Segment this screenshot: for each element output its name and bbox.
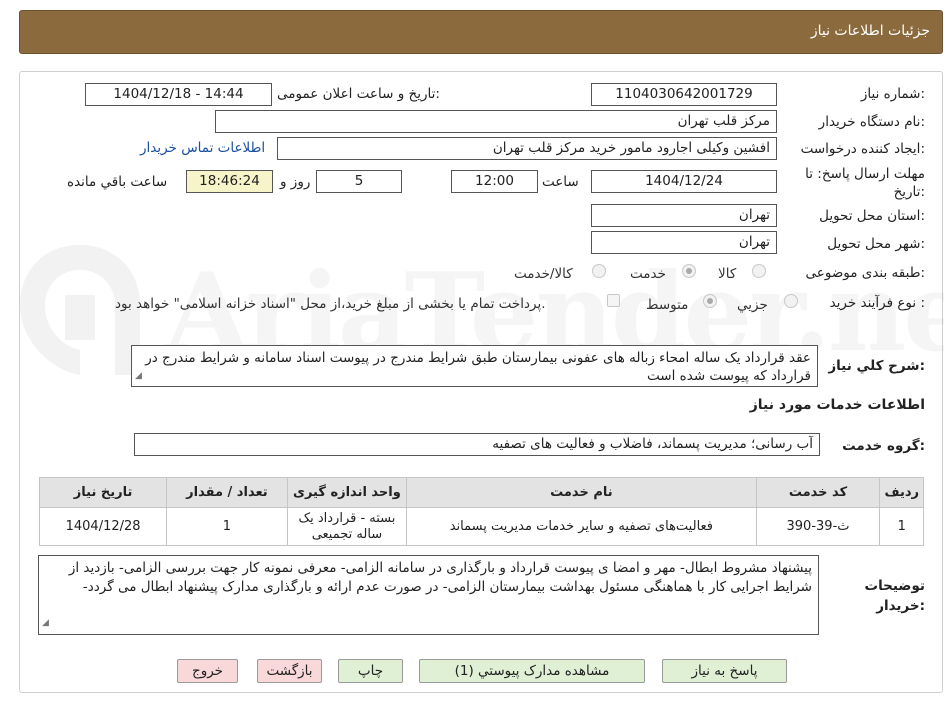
col-unit-header: واحد اندازه گیری [286, 477, 408, 508]
cell-name: فعالیت‌های تصفیه و سایر خدمات مدیریت پسم… [406, 507, 757, 546]
buyer-org-label: نام دستگاه خریدار: [818, 114, 925, 130]
category-goods-service-radio[interactable] [592, 264, 606, 278]
category-service-radio[interactable] [682, 264, 696, 278]
category-goods-radio[interactable] [752, 264, 766, 278]
resize-grip-icon[interactable]: ◢ [135, 367, 142, 385]
cell-date: 1404/12/28 [38, 507, 168, 546]
treasury-checkbox[interactable] [607, 294, 620, 307]
remaining-time-field: 18:46:24 [186, 170, 273, 193]
process-medium-radio[interactable] [703, 294, 717, 308]
process-minor-label: جزیي [737, 297, 768, 313]
deadline-label: مهلت ارسال پاسخ: تا [805, 166, 925, 182]
back-button[interactable]: بازگشت [257, 659, 322, 683]
buyer-notes-label: توضیحات خریدار: [864, 578, 925, 614]
deadline-time-field: 12:00 [451, 170, 538, 193]
page-header: جزئیات اطلاعات نیاز [19, 10, 943, 54]
summary-text: عقد قرارداد یک ساله امحاء زباله های عفون… [145, 350, 811, 384]
contact-buyer-link[interactable]: اطلاعات تماس خریدار [140, 140, 265, 156]
process-medium-label: متوسط [646, 297, 689, 313]
deadline-time-label: ساعت [542, 174, 579, 190]
category-label: طبقه بندی موضوعی: [805, 265, 925, 281]
process-label: نوع فرآیند خرید : [829, 295, 925, 311]
payment-note: پرداخت تمام یا بخشی از مبلغ خرید،از محل … [115, 296, 546, 312]
announce-label: تاریخ و ساعت اعلان عمومی: [277, 86, 440, 102]
reply-button[interactable]: پاسخ به نیاز [662, 659, 787, 683]
buyer-notes-field: پیشنهاد مشروط ابطال- مهر و امضا ی پیوست … [38, 555, 819, 635]
buyer-notes-text: پیشنهاد مشروط ابطال- مهر و امضا ی پیوست … [68, 560, 812, 595]
service-group-label: گروه خدمت: [842, 438, 925, 454]
announce-field: 1404/12/18 - 14:44 [85, 83, 272, 106]
services-table: ردیف کد خدمت نام خدمت واحد اندازه گیری ت… [38, 477, 924, 546]
remaining-label: ساعت باقي مانده [67, 174, 168, 190]
days-field: 5 [316, 170, 402, 193]
summary-label: شرح کلي نیاز: [828, 358, 925, 374]
city-field: تهران [591, 231, 777, 254]
exit-button[interactable]: خروج [177, 659, 238, 683]
cell-row: 1 [879, 507, 924, 546]
requester-label: ایجاد کننده درخواست: [800, 141, 925, 157]
need-number-label: شماره نیاز: [860, 86, 925, 102]
summary-field: عقد قرارداد یک ساله امحاء زباله های عفون… [131, 345, 818, 387]
col-qty-header: تعداد / مقدار [166, 477, 288, 508]
col-date-header: تاریخ نیاز [38, 477, 168, 508]
need-number-field: 1104030642001729 [591, 83, 777, 106]
service-group-field: آب رسانی؛ مدیریت پسماند، فاضلاب و فعالیت… [134, 433, 820, 456]
table-header-row: ردیف کد خدمت نام خدمت واحد اندازه گیری ت… [38, 477, 924, 508]
cell-code: ث-39-390 [755, 507, 881, 546]
province-field: تهران [591, 204, 777, 227]
province-label: استان محل تحویل: [819, 208, 925, 224]
deadline-date-field: 1404/12/24 [591, 170, 777, 193]
deadline-label-2: تاریخ: [893, 184, 925, 200]
resize-grip-icon[interactable]: ◢ [42, 614, 49, 633]
buyer-org-field: مرکز قلب تهران [215, 110, 777, 133]
days-label: روز و [280, 174, 311, 190]
col-name-header: نام خدمت [406, 477, 757, 508]
col-row-header: ردیف [879, 477, 924, 508]
col-code-header: کد خدمت [755, 477, 881, 508]
table-row: 1 ث-39-390 فعالیت‌های تصفیه و سایر خدمات… [38, 507, 924, 546]
requester-field: افشین وکیلی اجارود مامور خرید مرکز قلب ت… [277, 137, 777, 160]
print-button[interactable]: چاپ [338, 659, 403, 683]
page-title: جزئیات اطلاعات نیاز [810, 23, 930, 39]
category-goods-label: کالا [718, 266, 737, 282]
city-label: شهر محل تحویل: [827, 236, 925, 252]
services-section-title: اطلاعات خدمات مورد نیاز [749, 397, 925, 413]
cell-unit: بسته - قرارداد یک ساله تجمیعی [286, 507, 408, 546]
cell-qty: 1 [166, 507, 288, 546]
category-service-label: خدمت [630, 266, 666, 282]
process-minor-radio[interactable] [784, 294, 798, 308]
view-attachments-button[interactable]: مشاهده مدارک پیوستي (1) [419, 659, 645, 683]
category-goods-service-label: کالا/خدمت [514, 266, 573, 282]
